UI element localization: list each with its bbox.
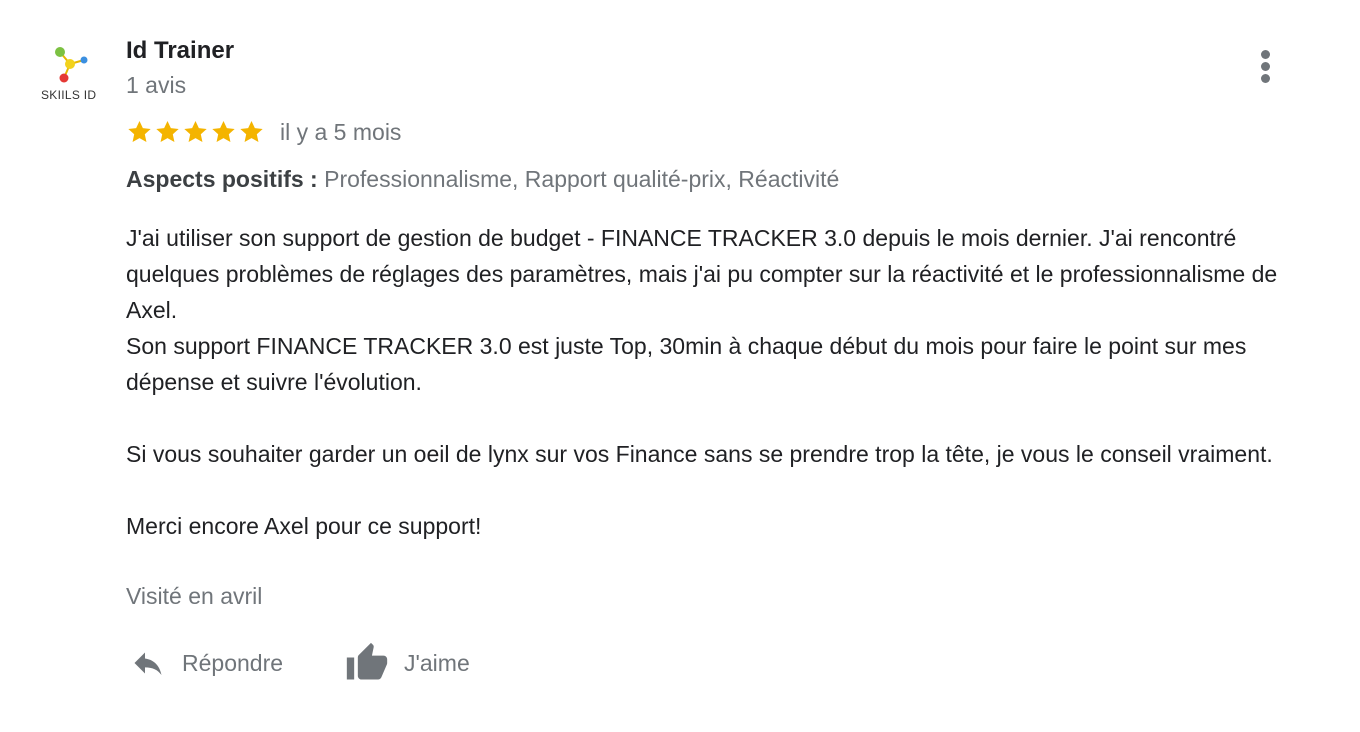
reply-button[interactable]: Répondre [128, 636, 283, 690]
review-time: il y a 5 mois [280, 118, 402, 145]
more-vert-icon [1261, 50, 1270, 59]
star-icon [128, 120, 151, 142]
author-review-count: 1 avis [126, 72, 187, 98]
molecule-logo-icon [55, 47, 88, 83]
review-paragraph: Merci encore Axel pour ce support! [126, 513, 482, 539]
reply-icon [134, 652, 162, 675]
author-name[interactable]: Id Trainer [126, 37, 234, 65]
review-paragraph: J'ai utiliser son support de gestion de … [126, 225, 1278, 323]
star-rating [126, 119, 266, 145]
review-paragraph: Son support FINANCE TRACKER 3.0 est just… [126, 333, 1247, 395]
reply-label: Répondre [182, 649, 284, 676]
avatar[interactable]: SKIILS ID [38, 42, 108, 104]
star-icon [156, 120, 179, 142]
review-body: J'ai utiliser son support de gestion de … [126, 220, 1326, 544]
star-icon [240, 120, 263, 142]
like-label: J'aime [404, 649, 470, 676]
rating-row: il y a 5 mois [126, 117, 401, 147]
review-paragraph: Si vous souhaiter garder un oeil de lynx… [126, 441, 1273, 467]
positive-aspects: Aspects positifs : Professionnalisme, Ra… [126, 166, 839, 193]
thumbs-up-icon [346, 642, 388, 680]
star-icon [212, 120, 235, 142]
like-button[interactable]: J'aime [344, 636, 470, 690]
aspects-values: Professionnalisme, Rapport qualité-prix,… [324, 166, 840, 192]
star-icon [184, 120, 207, 142]
visited-date: Visité en avril [126, 583, 263, 609]
avatar-text: SKIILS ID [41, 88, 97, 102]
aspects-label: Aspects positifs : [126, 166, 318, 192]
more-options-button[interactable] [1251, 46, 1281, 88]
